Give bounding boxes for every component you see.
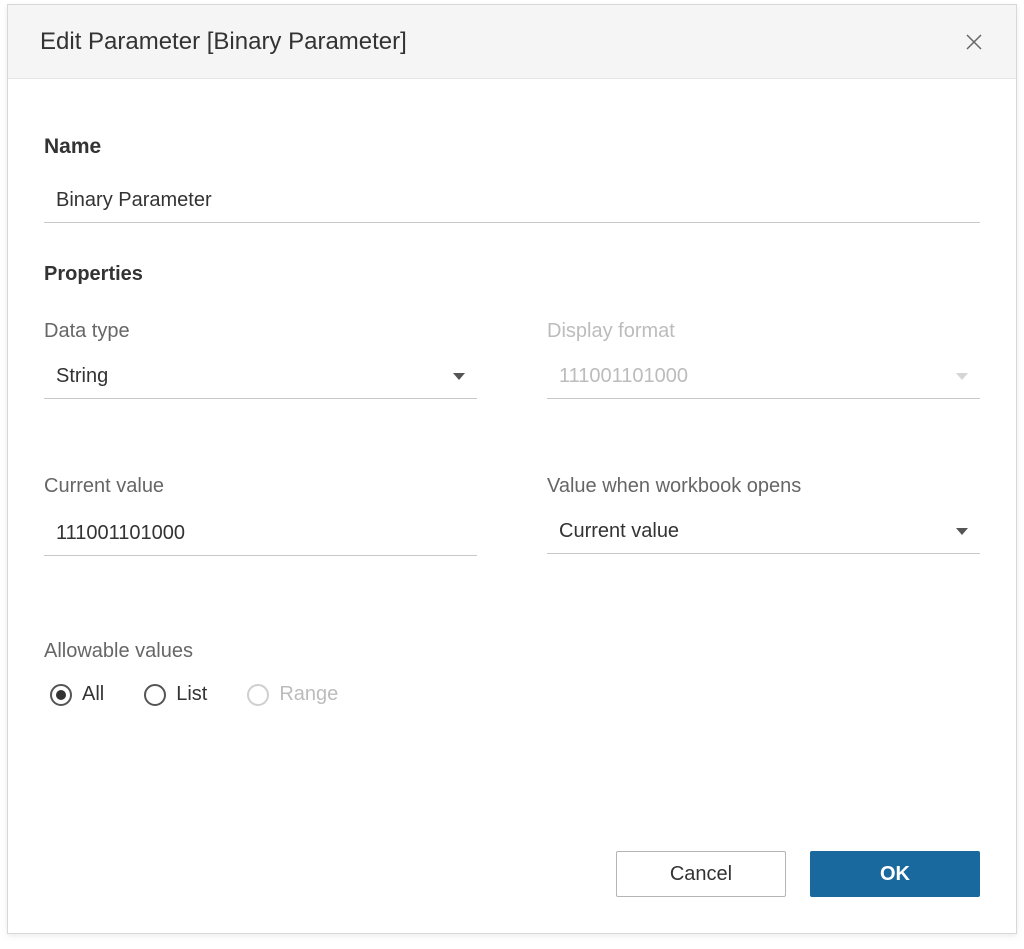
ok-button-label: OK	[880, 863, 910, 886]
radio-range: Range	[247, 683, 338, 706]
data-type-value: String	[56, 365, 108, 388]
radio-all-label: All	[82, 683, 104, 706]
chevron-down-icon	[956, 373, 968, 380]
properties-row-1: Data type String Display format 11100110…	[44, 320, 980, 399]
name-heading: Name	[44, 135, 980, 159]
display-format-value: 111001101000	[559, 365, 688, 388]
allowable-values-section: Allowable values All List Range	[44, 640, 980, 706]
radio-list-label: List	[176, 683, 207, 706]
display-format-field-group: Display format 111001101000	[547, 320, 980, 399]
close-icon	[965, 33, 983, 51]
dialog-title: Edit Parameter [Binary Parameter]	[40, 28, 407, 56]
radio-icon	[247, 684, 269, 706]
current-value-input[interactable]	[44, 512, 477, 556]
display-format-select: 111001101000	[547, 357, 980, 399]
dialog-body: Name Properties Data type String Display…	[8, 79, 1016, 851]
data-type-label: Data type	[44, 320, 477, 343]
properties-heading: Properties	[44, 263, 980, 286]
cancel-button[interactable]: Cancel	[616, 851, 786, 897]
allowable-values-label: Allowable values	[44, 640, 980, 663]
data-type-field-group: Data type String	[44, 320, 477, 399]
value-on-open-field-group: Value when workbook opens Current value	[547, 475, 980, 556]
close-button[interactable]	[960, 28, 988, 56]
dialog-footer: Cancel OK	[8, 851, 1016, 933]
ok-button[interactable]: OK	[810, 851, 980, 897]
cancel-button-label: Cancel	[670, 863, 732, 886]
edit-parameter-dialog: Edit Parameter [Binary Parameter] Name P…	[7, 4, 1017, 934]
value-on-open-value: Current value	[559, 520, 679, 543]
radio-all[interactable]: All	[50, 683, 104, 706]
current-value-field-group: Current value	[44, 475, 477, 556]
chevron-down-icon	[453, 373, 465, 380]
data-type-select[interactable]: String	[44, 357, 477, 399]
chevron-down-icon	[956, 528, 968, 535]
current-value-label: Current value	[44, 475, 477, 498]
radio-range-label: Range	[279, 683, 338, 706]
dialog-titlebar: Edit Parameter [Binary Parameter]	[8, 5, 1016, 79]
radio-icon	[144, 684, 166, 706]
radio-icon	[50, 684, 72, 706]
name-input[interactable]	[44, 179, 980, 223]
properties-row-2: Current value Value when workbook opens …	[44, 475, 980, 556]
radio-selected-dot	[56, 690, 66, 700]
radio-list[interactable]: List	[144, 683, 207, 706]
value-on-open-label: Value when workbook opens	[547, 475, 980, 498]
value-on-open-select[interactable]: Current value	[547, 512, 980, 554]
allowable-values-radio-group: All List Range	[44, 683, 980, 706]
display-format-label: Display format	[547, 320, 980, 343]
